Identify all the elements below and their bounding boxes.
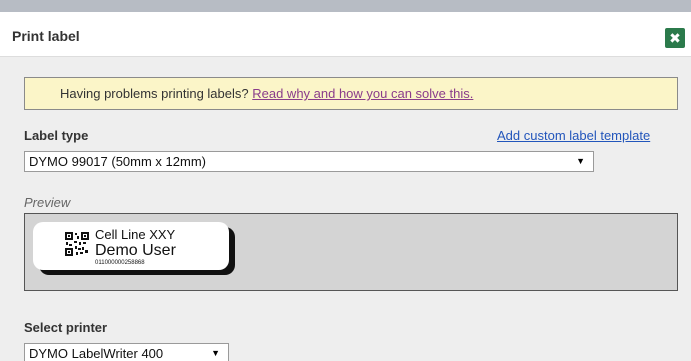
warning-text: Having problems printing labels? (60, 86, 249, 101)
qr-code-icon (65, 232, 89, 256)
dialog-body: Having problems printing labels? Read wh… (0, 57, 691, 361)
label-preview-line3: 011000000258868 (95, 260, 145, 266)
warning-help-link[interactable]: Read why and how you can solve this. (252, 86, 473, 101)
printer-heading: Select printer (24, 320, 108, 335)
preview-area: Cell Line XXY Demo User 011000000258868 (24, 213, 678, 291)
label-preview-line2: Demo User (95, 242, 176, 259)
dropdown-arrow-icon: ▼ (576, 156, 585, 166)
dialog-header: Print label ✖ (0, 12, 691, 57)
preview-caption: Preview (24, 195, 71, 210)
printer-select[interactable]: DYMO LabelWriter 400 ▼ (24, 343, 229, 361)
label-type-value: DYMO 99017 (50mm x 12mm) (29, 154, 206, 169)
dropdown-arrow-icon: ▼ (211, 348, 220, 358)
label-preview-line1: Cell Line XXY (95, 227, 176, 242)
dialog-title: Print label (12, 28, 80, 44)
close-icon: ✖ (669, 30, 681, 46)
close-button[interactable]: ✖ (665, 28, 685, 48)
warning-box: Having problems printing labels? Read wh… (24, 77, 678, 110)
background-strip (0, 0, 691, 12)
printer-value: DYMO LabelWriter 400 (29, 346, 164, 361)
label-type-heading: Label type (24, 128, 89, 143)
add-custom-template-link[interactable]: Add custom label template (497, 128, 650, 143)
label-type-select[interactable]: DYMO 99017 (50mm x 12mm) ▼ (24, 151, 594, 172)
label-preview: Cell Line XXY Demo User 011000000258868 (33, 222, 229, 270)
